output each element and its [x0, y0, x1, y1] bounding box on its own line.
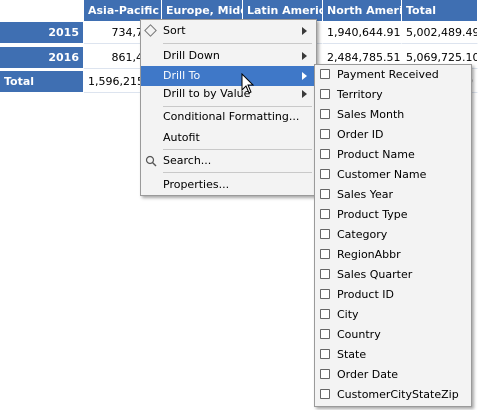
menu-item-label: Sort	[163, 24, 186, 37]
submenu-item-label: Product ID	[337, 288, 394, 301]
submenu-item-label: City	[337, 308, 359, 321]
submenu-item-label: Order Date	[337, 368, 399, 381]
checkbox-icon	[320, 69, 330, 79]
submenu-item-label: Territory	[337, 88, 383, 101]
checkbox-icon	[320, 109, 330, 119]
submenu-item[interactable]: State	[315, 345, 471, 365]
corner-cell	[0, 0, 84, 22]
menu-item-properties[interactable]: Properties...	[141, 175, 316, 195]
submenu-item-label: State	[337, 348, 367, 361]
row-header-total[interactable]: Total	[0, 71, 84, 93]
submenu-item-label: Customer Name	[337, 168, 427, 181]
menu-item-drill-down[interactable]: Drill Down	[141, 46, 316, 66]
checkbox-icon	[320, 209, 330, 219]
checkbox-icon	[320, 349, 330, 359]
table-cell: 1,940,644.91	[323, 22, 402, 44]
checkbox-icon	[320, 89, 330, 99]
submenu-item[interactable]: Order Date	[315, 365, 471, 385]
row-header-2015[interactable]: 2015	[0, 22, 84, 44]
col-header-north-america[interactable]: North Americ	[323, 0, 402, 22]
submenu-item[interactable]: Sales Year	[315, 185, 471, 205]
checkbox-icon	[320, 149, 330, 159]
menu-item-label: Conditional Formatting...	[163, 110, 300, 123]
submenu-item-label: Category	[337, 228, 388, 241]
menu-item-label: Properties...	[163, 178, 230, 191]
checkbox-icon	[320, 129, 330, 139]
menu-item-label: Autofit	[163, 131, 200, 144]
sort-icon	[144, 24, 157, 37]
menu-item-label: Drill to by Value	[163, 87, 251, 100]
table-cell: 5,002,489.49	[402, 22, 478, 44]
context-menu: Sort Drill Down Drill To Drill to by Val…	[140, 19, 317, 196]
checkbox-icon	[320, 249, 330, 259]
checkbox-icon	[320, 289, 330, 299]
submenu-item[interactable]: Product ID	[315, 285, 471, 305]
submenu-item-label: Sales Month	[337, 108, 405, 121]
row-header-2016[interactable]: 2016	[0, 47, 84, 69]
submenu-item-label: Sales Quarter	[337, 268, 413, 281]
menu-item-label: Drill Down	[163, 49, 220, 62]
submenu-item[interactable]: Country	[315, 325, 471, 345]
submenu-item[interactable]: Sales Quarter	[315, 265, 471, 285]
submenu-item-label: Sales Year	[337, 188, 394, 201]
submenu-item[interactable]: Order ID	[315, 125, 471, 145]
search-icon	[145, 155, 157, 167]
submenu-item[interactable]: Sales Month	[315, 105, 471, 125]
submenu-item-label: Product Name	[337, 148, 415, 161]
menu-item-conditional-formatting[interactable]: Conditional Formatting...	[141, 107, 316, 127]
menu-item-drill-to[interactable]: Drill To	[141, 66, 316, 86]
menu-separator	[163, 149, 312, 150]
submenu-item[interactable]: CustomerCityStateZip	[315, 385, 471, 405]
submenu-arrow-icon	[302, 90, 307, 98]
checkbox-icon	[320, 389, 330, 399]
menu-item-drill-to-by-value[interactable]: Drill to by Value	[141, 84, 316, 104]
submenu-item[interactable]: RegionAbbr	[315, 245, 471, 265]
submenu-arrow-icon	[302, 52, 307, 60]
submenu-item-label: Order ID	[337, 128, 384, 141]
submenu-item[interactable]: Customer Name	[315, 165, 471, 185]
submenu-item[interactable]: City	[315, 305, 471, 325]
checkbox-icon	[320, 309, 330, 319]
checkbox-icon	[320, 269, 330, 279]
menu-item-autofit[interactable]: Autofit	[141, 128, 316, 148]
submenu-item-label: Payment Received	[337, 68, 439, 81]
checkbox-icon	[320, 189, 330, 199]
submenu-item-label: CustomerCityStateZip	[337, 388, 459, 401]
drill-to-submenu: Payment Received Territory Sales Month O…	[314, 64, 472, 407]
menu-separator	[163, 172, 312, 173]
checkbox-icon	[320, 369, 330, 379]
submenu-item[interactable]: Payment Received	[315, 65, 471, 85]
col-header-total[interactable]: Total	[402, 0, 478, 22]
menu-item-label: Search...	[163, 154, 212, 167]
submenu-item-label: Product Type	[337, 208, 408, 221]
submenu-item-label: Country	[337, 328, 381, 341]
menu-item-search[interactable]: Search...	[141, 151, 316, 171]
checkbox-icon	[320, 229, 330, 239]
submenu-arrow-icon	[302, 72, 307, 80]
submenu-item[interactable]: Territory	[315, 85, 471, 105]
checkbox-icon	[320, 169, 330, 179]
mouse-pointer-icon	[241, 73, 255, 94]
menu-item-sort[interactable]: Sort	[141, 21, 316, 41]
menu-item-label: Drill To	[163, 69, 201, 82]
menu-separator	[163, 43, 312, 44]
submenu-arrow-icon	[302, 27, 307, 35]
checkbox-icon	[320, 329, 330, 339]
submenu-item-label: RegionAbbr	[337, 248, 401, 261]
submenu-item[interactable]: Product Type	[315, 205, 471, 225]
submenu-item[interactable]: Category	[315, 225, 471, 245]
submenu-item[interactable]: Product Name	[315, 145, 471, 165]
